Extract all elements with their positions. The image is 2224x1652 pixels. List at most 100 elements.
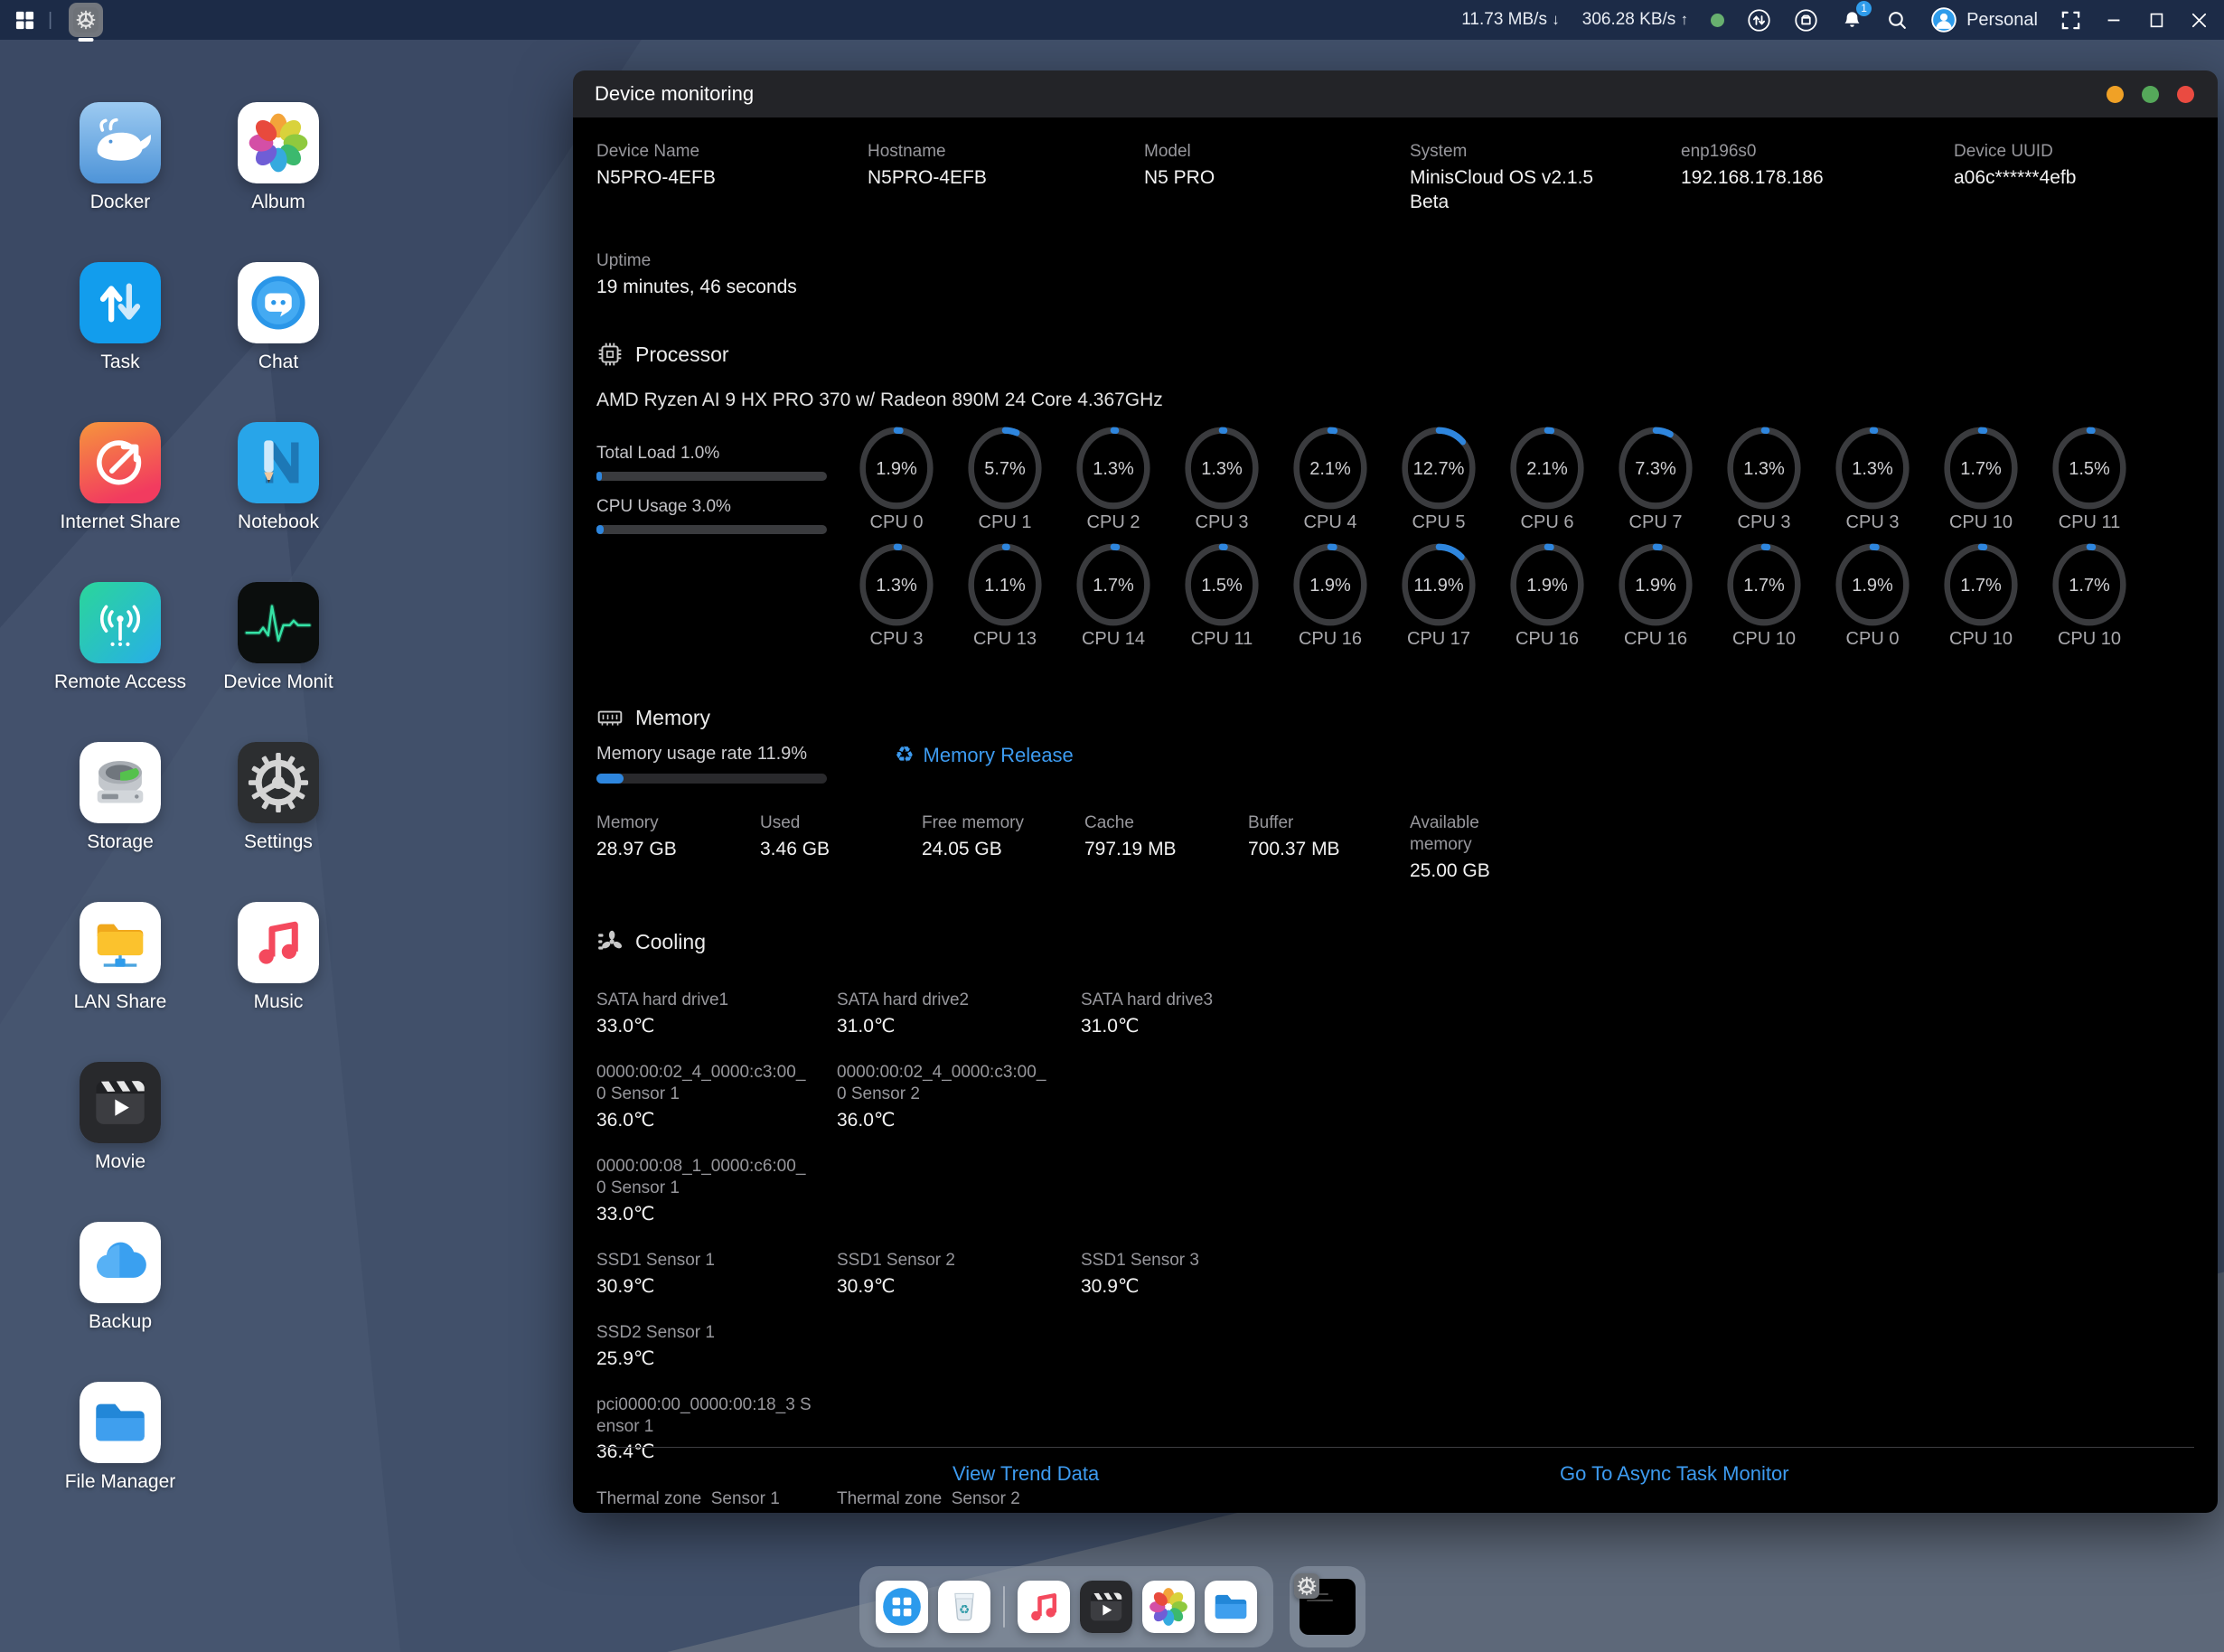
memory-release-link[interactable]: ♻ Memory Release <box>895 742 1074 768</box>
desktop-icon-task[interactable]: Task <box>41 262 200 373</box>
desktop-icon-settings[interactable]: Settings <box>199 742 358 853</box>
cpu-core-label: CPU 13 <box>951 629 1059 650</box>
cooling-sensor-label: 0000:00:08_1_0000:c6:00_0 Sensor 1 <box>596 1156 813 1199</box>
memory-stat-value: 25.00 GB <box>1410 859 2194 883</box>
desktop-icon-lan-share[interactable]: LAN Share <box>41 902 200 1013</box>
notifications-bell-icon[interactable]: 1 <box>1841 9 1863 32</box>
dock-file-manager-icon[interactable] <box>1205 1581 1257 1633</box>
traffic-light-orange[interactable] <box>2107 86 2124 103</box>
cpu-core-gauge: 1.5%CPU 11 <box>1168 542 1276 650</box>
dock: ♻ <box>859 1566 1273 1647</box>
desktop-screen: | 11.73 MB/s ↓ 306.28 KB/s ↑ 1 <box>0 0 2224 1652</box>
account-name[interactable]: Personal <box>1966 10 2038 31</box>
dock-launcher-icon[interactable] <box>876 1581 928 1633</box>
desktop-icon-label: Movie <box>41 1151 200 1173</box>
cpu-core-gauge: 1.9%CPU 16 <box>1493 542 1601 650</box>
memory-heading: Memory <box>635 706 710 730</box>
cpu-chip-icon <box>596 341 624 368</box>
memory-section-header: Memory <box>596 704 2194 731</box>
container-status-icon[interactable] <box>1794 8 1818 33</box>
minimize-button[interactable] <box>2104 10 2124 30</box>
desktop-icon-notebook[interactable]: Notebook <box>199 422 358 533</box>
cpu-core-label: CPU 6 <box>1493 512 1601 533</box>
account-avatar[interactable] <box>1931 7 1957 33</box>
close-button[interactable] <box>2189 10 2210 31</box>
remote-access-icon <box>80 582 161 663</box>
cooling-sensor-label: SATA hard drive2 <box>837 990 1054 1011</box>
active-app-device-monitor[interactable] <box>69 3 103 37</box>
task-icon <box>80 262 161 343</box>
view-trend-data-link[interactable]: View Trend Data <box>952 1462 1099 1486</box>
cpu-core-gauge: 1.7%CPU 10 <box>1927 542 2035 650</box>
dock-album-icon[interactable] <box>1142 1581 1195 1633</box>
device-info-label: Device Name <box>596 141 868 163</box>
device-info-label: enp196s0 <box>1681 141 1954 163</box>
fullscreen-icon[interactable] <box>2060 10 2081 31</box>
desktop-icon-label: Device Monit <box>199 671 358 693</box>
cpu-model: AMD Ryzen AI 9 HX PRO 370 w/ Radeon 890M… <box>596 390 2194 411</box>
dock-music-icon[interactable] <box>1018 1581 1070 1633</box>
memory-stat-label: Available memory <box>1410 812 1514 856</box>
cooling-sensor-item: 0000:00:02_4_0000:c3:00_0 Sensor 136.0℃ <box>596 1062 837 1132</box>
cpu-core-label: CPU 7 <box>1601 512 1710 533</box>
desktop-icon-internet-share[interactable]: Internet Share <box>41 422 200 533</box>
memory-stat-value: 24.05 GB <box>922 837 1084 861</box>
memory-stat-item: Memory28.97 GB <box>596 812 760 883</box>
cooling-sensor-value: 33.0℃ <box>596 1202 837 1226</box>
device-info-grid: Device NameN5PRO-4EFBHostnameN5PRO-4EFBM… <box>596 141 2194 214</box>
memory-stat-item: Buffer700.37 MB <box>1248 812 1410 883</box>
maximize-button[interactable] <box>2146 10 2166 30</box>
cpu-usage-bar <box>596 525 827 534</box>
cooling-sensor-item: SSD1 Sensor 330.9℃ <box>1081 1250 2194 1299</box>
desktop-icon-backup[interactable]: Backup <box>41 1222 200 1333</box>
topbar-divider: | <box>48 10 52 31</box>
desktop-icon-storage[interactable]: Storage <box>41 742 200 853</box>
traffic-light-green[interactable] <box>2142 86 2159 103</box>
device-info-value: N5PRO-4EFB <box>868 165 1075 190</box>
lan-share-icon <box>80 902 161 983</box>
desktop-icon-label: LAN Share <box>41 991 200 1013</box>
movie-icon <box>80 1062 161 1143</box>
desktop-icon-chat[interactable]: Chat <box>199 262 358 373</box>
transfer-status-icon[interactable] <box>1747 8 1771 33</box>
gear-icon <box>73 7 99 33</box>
cpu-core-label: CPU 10 <box>2035 629 2144 650</box>
cooling-sensor-value: 36.0℃ <box>596 1108 837 1132</box>
search-icon[interactable] <box>1886 9 1909 32</box>
upload-arrow-icon: ↑ <box>1681 11 1689 28</box>
cpu-core-label: CPU 3 <box>842 629 951 650</box>
cpu-core-gauge: 1.9%CPU 0 <box>1818 542 1927 650</box>
cooling-sensor-label: SATA hard drive1 <box>596 990 813 1011</box>
desktop-icon-remote-access[interactable]: Remote Access <box>41 582 200 693</box>
desktop-icon-label: Settings <box>199 831 358 853</box>
dock-trash-icon[interactable]: ♻ <box>938 1581 990 1633</box>
device-monitoring-window: Device monitoring Device NameN5PRO-4EFBH… <box>573 70 2218 1513</box>
desktop-icon-album[interactable]: Album <box>199 102 358 213</box>
cpu-core-gauge: 1.3%CPU 3 <box>1710 426 1818 533</box>
cooling-section-header: Cooling <box>596 928 2194 955</box>
start-grid-icon[interactable] <box>14 10 35 31</box>
cpu-core-label: CPU 5 <box>1384 512 1493 533</box>
svg-text:♻: ♻ <box>959 1602 970 1616</box>
download-arrow-icon: ↓ <box>1552 11 1560 28</box>
desktop-icon-device-monitor[interactable]: Device Monit <box>199 582 358 693</box>
traffic-light-red[interactable] <box>2177 86 2194 103</box>
docker-icon <box>80 102 161 183</box>
cpu-core-gauge: 1.3%CPU 2 <box>1059 426 1168 533</box>
async-task-monitor-link[interactable]: Go To Async Task Monitor <box>1560 1462 1789 1486</box>
dock-movie-icon[interactable] <box>1080 1581 1132 1633</box>
memory-stat-item: Used3.46 GB <box>760 812 922 883</box>
device-info-label: Model <box>1144 141 1410 163</box>
desktop-icon-music[interactable]: Music <box>199 902 358 1013</box>
desktop-icon-file-manager[interactable]: File Manager <box>41 1382 200 1493</box>
desktop-icon-movie[interactable]: Movie <box>41 1062 200 1173</box>
status-dot-icon[interactable] <box>1711 14 1724 27</box>
memory-stat-value: 797.19 MB <box>1084 837 1248 861</box>
dock-running-device-monitor-thumbnail[interactable] <box>1300 1579 1356 1635</box>
desktop-icon-docker[interactable]: Docker <box>41 102 200 213</box>
desktop-icon-label: Album <box>199 192 358 213</box>
window-body: Device NameN5PRO-4EFBHostnameN5PRO-4EFBM… <box>573 117 2218 1513</box>
cpu-core-label: CPU 10 <box>1927 629 2035 650</box>
cpu-core-label: CPU 16 <box>1276 629 1384 650</box>
window-titlebar[interactable]: Device monitoring <box>573 70 2218 117</box>
